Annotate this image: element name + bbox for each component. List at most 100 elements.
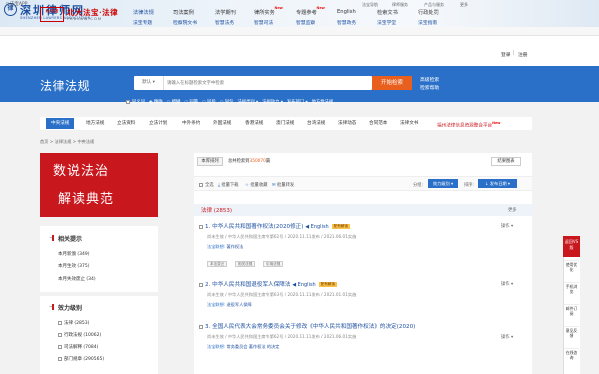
interpretation-badge[interactable]: 配有解读: [318, 282, 338, 287]
checkbox-icon[interactable]: [199, 324, 203, 329]
checkbox-icon[interactable]: [126, 99, 130, 104]
result-keywords[interactable]: 法宝联想: 常务委员会 著作权法 的决定: [207, 344, 279, 350]
top-link-products[interactable]: 产品与服务: [424, 2, 444, 8]
rail-optimize[interactable]: 使用优化: [564, 260, 579, 272]
search-input[interactable]: [164, 77, 372, 89]
tab-hongkong[interactable]: 香港法规: [245, 118, 263, 129]
option-same-sentence[interactable]: ○ 同句: [220, 99, 234, 107]
option-exact[interactable]: ◉ 精确: [149, 99, 163, 107]
nav-smart-gov[interactable]: 智慧政务: [337, 19, 356, 26]
top-link-more[interactable]: 更多: [460, 2, 468, 8]
library-sort-tab[interactable]: 本库排列: [197, 157, 223, 166]
tab-legislative-materials[interactable]: 立法资料: [117, 118, 135, 129]
advanced-search-link[interactable]: 高级检索: [420, 76, 439, 83]
result-keywords[interactable]: 法宝联想: 著作权法: [207, 244, 243, 250]
batch-download-button[interactable]: ⤓ 批量下载: [218, 182, 238, 188]
level-item[interactable]: 法律 (2853): [58, 320, 89, 326]
nav-search-docs[interactable]: 检索文书: [377, 9, 398, 16]
rail-online-consult[interactable]: 在线咨询: [564, 348, 579, 360]
checkbox-icon[interactable]: [58, 344, 62, 349]
tab-legal-news[interactable]: 法律动态: [338, 118, 356, 129]
more-link[interactable]: 更多: [508, 207, 517, 213]
tag-cited-laws[interactable]: 引用法规: [263, 261, 284, 267]
interpretation-badge[interactable]: 配有解读: [331, 224, 351, 229]
register-link[interactable]: 注册: [518, 51, 528, 58]
tag-related-laws[interactable]: 相关法规: [235, 261, 256, 267]
rail-mobile[interactable]: 手机浏览: [564, 282, 579, 294]
nav-laws[interactable]: 法律法规: [133, 9, 154, 16]
nav-practice[interactable]: 律所实务 New: [254, 6, 283, 16]
login-link[interactable]: 登录: [501, 51, 511, 58]
checkbox-icon[interactable]: [199, 182, 203, 187]
checkbox-icon[interactable]: [199, 224, 203, 229]
nav-journals[interactable]: 法学期刊: [215, 9, 236, 16]
nav-guide[interactable]: 法宝指南: [418, 19, 437, 26]
filter-category[interactable]: 法规类别 ▾: [237, 99, 258, 107]
option-same-article[interactable]: ○ 同篇: [184, 99, 198, 107]
nav-penalty[interactable]: 行政处罚: [418, 9, 439, 16]
top-link-nav[interactable]: 法宝导航: [362, 2, 378, 8]
nav-smart-justice[interactable]: 智慧司法: [254, 19, 273, 26]
back-to-vs-button[interactable]: 返回VS版: [563, 236, 580, 257]
hint-item[interactable]: 本月生效 (375): [58, 263, 90, 269]
checkbox-icon[interactable]: [58, 332, 62, 337]
nav-topics[interactable]: 法宝专题: [133, 19, 152, 26]
english-link[interactable]: ◀ English: [292, 282, 316, 288]
option-fuzzy[interactable]: ○ 模糊: [167, 99, 181, 107]
tag-law-history[interactable]: 本法变迁: [207, 261, 228, 267]
checkbox-icon[interactable]: [58, 320, 62, 325]
nav-smart-legal[interactable]: 智慧法务: [215, 19, 234, 26]
rail-email-subscribe[interactable]: 邮件订阅: [564, 304, 579, 316]
option-same-paragraph[interactable]: ○ 同段: [202, 99, 216, 107]
collapse-icon[interactable]: −: [49, 304, 53, 310]
select-all[interactable]: 全选: [199, 182, 214, 188]
tab-legal-documents[interactable]: 法律文书: [400, 118, 418, 129]
result-chart-button[interactable]: 结果图表: [491, 157, 521, 166]
filter-level[interactable]: 法规效力 ▾: [262, 99, 283, 107]
result-keywords[interactable]: 法宝联想: 退役军人保障: [207, 302, 252, 308]
level-item[interactable]: 行政法规 (10062): [58, 332, 101, 338]
nav-smart-supervision[interactable]: 智慧监察: [296, 19, 315, 26]
search-scope-select[interactable]: 默认 ▾: [134, 76, 164, 90]
tab-taiwan[interactable]: 台湾法规: [307, 118, 325, 129]
result-actions[interactable]: 操作 ▾: [501, 334, 513, 340]
sort-by-select[interactable]: ↓ 发布日期 ▾: [478, 179, 517, 188]
nav-english[interactable]: English: [337, 9, 356, 15]
tab-legislative-plan[interactable]: 立法计划: [149, 118, 167, 129]
result-title[interactable]: 1. 中华人民共和国著作权法(2020修正) ◀ English 配有解读: [199, 222, 351, 230]
batch-share-button[interactable]: ✉ 批量转发: [272, 182, 294, 188]
top-link-services[interactable]: 律师服务: [392, 2, 408, 8]
tab-treaties[interactable]: 中外条约: [182, 118, 200, 129]
checkbox-icon[interactable]: [199, 282, 203, 287]
tab-macau[interactable]: 澳门法规: [276, 118, 294, 129]
level-item[interactable]: 部门规章 (290565): [58, 356, 104, 362]
search-help-link[interactable]: 检索帮助: [420, 84, 439, 91]
collapse-icon[interactable]: −: [49, 235, 53, 241]
result-actions[interactable]: 操作 ▾: [501, 223, 513, 229]
filter-department[interactable]: 发布部门 ▾: [287, 99, 308, 107]
group-by-select[interactable]: 效力级别 ▾: [428, 179, 458, 188]
pkulaw-logo-icon[interactable]: 北大法宝: [40, 7, 64, 22]
level-item[interactable]: 司法解释 (7084): [58, 344, 98, 350]
option-synonym[interactable]: 同义词: [126, 99, 145, 107]
nav-procuratorate-docs[interactable]: 检察院文书: [173, 19, 197, 26]
batch-favorite-button[interactable]: ☆ 批量收藏: [245, 182, 267, 188]
hint-item[interactable]: 本月新颁 (349): [58, 251, 90, 257]
rail-feedback[interactable]: 意见反馈: [564, 326, 579, 338]
tab-foreign[interactable]: 外国法规: [213, 118, 231, 129]
result-title[interactable]: 2. 中华人民共和国退役军人保障法 ◀ English 配有解读: [199, 280, 338, 288]
nav-cases[interactable]: 司法案例: [173, 9, 194, 16]
tab-contract-templates[interactable]: 合同范本: [369, 118, 387, 129]
search-button[interactable]: 开始检索: [372, 76, 412, 90]
result-title[interactable]: 3. 全国人民代表大会常务委员会关于修改《中华人民共和国著作权法》的决定(202…: [199, 322, 415, 330]
app-download-link[interactable]: ▯ 法宝APP: [6, 1, 27, 7]
checkbox-icon[interactable]: [58, 356, 62, 361]
tab-local[interactable]: 地方法规: [86, 118, 104, 129]
hint-item[interactable]: 本月失效废止 (34): [58, 276, 96, 282]
result-actions[interactable]: 操作 ▾: [501, 281, 513, 287]
tab-central[interactable]: 中央法规: [46, 118, 75, 129]
nav-academy[interactable]: 法宝学堂: [377, 19, 396, 26]
tab-fuzhou-platform[interactable]: 福州法律信息资源整合平台New: [437, 118, 500, 129]
filter-local[interactable]: 地方性法规: [312, 99, 333, 107]
nav-reference[interactable]: 专题参考 New: [296, 6, 325, 16]
